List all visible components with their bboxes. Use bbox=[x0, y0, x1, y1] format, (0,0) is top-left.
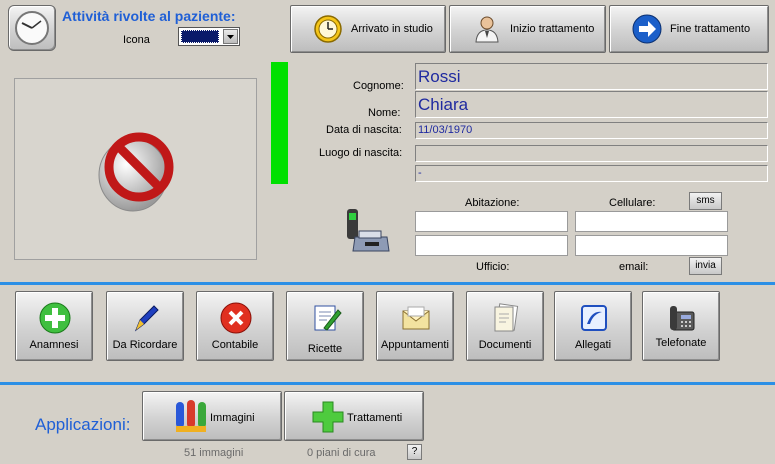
dob-label: Data di nascita: bbox=[326, 124, 402, 136]
telefonate-label: Telefonate bbox=[655, 337, 707, 349]
office-label: Ufficio: bbox=[476, 261, 510, 273]
arrived-in-studio-label: Arrivato in studio bbox=[351, 23, 433, 35]
green-cross-icon bbox=[312, 401, 344, 433]
birthplace-field[interactable] bbox=[415, 145, 768, 162]
icon-color-select[interactable] bbox=[178, 27, 240, 46]
telefonate-button[interactable]: Telefonate bbox=[642, 291, 720, 361]
contabile-label: Contabile bbox=[211, 339, 259, 351]
documenti-label: Documenti bbox=[478, 339, 532, 351]
allegati-button[interactable]: Allegati bbox=[554, 291, 632, 361]
dob-field[interactable]: 11/03/1970 bbox=[415, 122, 768, 139]
treatments-button[interactable]: Trattamenti bbox=[284, 391, 424, 441]
prescription-icon bbox=[314, 305, 342, 331]
name-field[interactable]: Chiara bbox=[415, 91, 768, 118]
appuntamenti-label: Appuntamenti bbox=[381, 339, 449, 351]
images-count: 51 immagini bbox=[184, 447, 244, 459]
da-ricordare-label: Da Ricordare bbox=[112, 339, 178, 351]
help-button[interactable]: ? bbox=[407, 444, 422, 460]
arrow-right-icon bbox=[632, 14, 662, 44]
clock-icon bbox=[15, 11, 49, 45]
surname-field[interactable]: Rossi bbox=[415, 63, 768, 90]
mobile-phone-input[interactable] bbox=[575, 211, 728, 232]
doctor-icon bbox=[475, 16, 499, 43]
home-label: Abitazione: bbox=[465, 197, 520, 209]
chevron-down-icon[interactable] bbox=[223, 29, 238, 44]
name-label: Nome: bbox=[368, 107, 401, 119]
tubes-icon bbox=[176, 400, 206, 432]
images-button[interactable]: Immagini bbox=[142, 391, 282, 441]
email-label: email: bbox=[619, 261, 649, 273]
documents-icon bbox=[494, 303, 519, 332]
office-phone-input[interactable] bbox=[415, 235, 568, 256]
end-treatment-label: Fine trattamento bbox=[670, 23, 751, 35]
clock-button[interactable] bbox=[8, 5, 56, 51]
plus-icon bbox=[39, 302, 71, 334]
birthplace-label: Luogo di nascita: bbox=[319, 147, 403, 159]
status-indicator bbox=[271, 62, 288, 184]
sms-button[interactable]: sms bbox=[689, 192, 722, 210]
mobile-label: Cellulare: bbox=[609, 197, 656, 209]
extra-field[interactable]: - bbox=[415, 165, 768, 182]
ricette-label: Ricette bbox=[307, 343, 343, 355]
surname-label: Cognome: bbox=[353, 80, 404, 92]
patient-photo-frame[interactable] bbox=[14, 78, 257, 260]
anamnesi-label: Anamnesi bbox=[29, 339, 79, 351]
email-input[interactable] bbox=[575, 235, 728, 256]
arrived-in-studio-button[interactable]: Arrivato in studio bbox=[290, 5, 446, 53]
send-email-button[interactable]: invia bbox=[689, 257, 722, 275]
anamnesi-button[interactable]: Anamnesi bbox=[15, 291, 93, 361]
start-treatment-button[interactable]: Inizio trattamento bbox=[449, 5, 606, 53]
separator-bottom bbox=[0, 382, 775, 385]
attachment-icon bbox=[581, 305, 607, 331]
images-button-label: Immagini bbox=[210, 412, 255, 424]
separator-top bbox=[0, 282, 775, 285]
ricette-button[interactable]: Ricette bbox=[286, 291, 364, 361]
pen-icon bbox=[134, 305, 159, 332]
telephone-icon bbox=[670, 306, 695, 331]
home-phone-input[interactable] bbox=[415, 211, 568, 232]
phone-fax-icon bbox=[347, 209, 390, 252]
color-swatch-icon bbox=[181, 30, 219, 43]
icon-label: Icona bbox=[123, 34, 150, 46]
da-ricordare-button[interactable]: Da Ricordare bbox=[106, 291, 184, 361]
appuntamenti-button[interactable]: Appuntamenti bbox=[376, 291, 454, 361]
end-treatment-button[interactable]: Fine trattamento bbox=[609, 5, 769, 53]
alarm-clock-icon bbox=[314, 15, 342, 43]
start-treatment-label: Inizio trattamento bbox=[510, 23, 595, 35]
cancel-icon bbox=[220, 302, 252, 334]
treatments-count: 0 piani di cura bbox=[307, 447, 376, 459]
documenti-button[interactable]: Documenti bbox=[466, 291, 544, 361]
treatments-button-label: Trattamenti bbox=[347, 412, 403, 424]
contabile-button[interactable]: Contabile bbox=[196, 291, 274, 361]
allegati-label: Allegati bbox=[574, 339, 612, 351]
envelope-icon bbox=[402, 306, 430, 330]
no-photo-icon bbox=[98, 132, 174, 212]
activities-title: Attività rivolte al paziente: bbox=[62, 8, 236, 24]
applications-label: Applicazioni: bbox=[35, 415, 131, 434]
